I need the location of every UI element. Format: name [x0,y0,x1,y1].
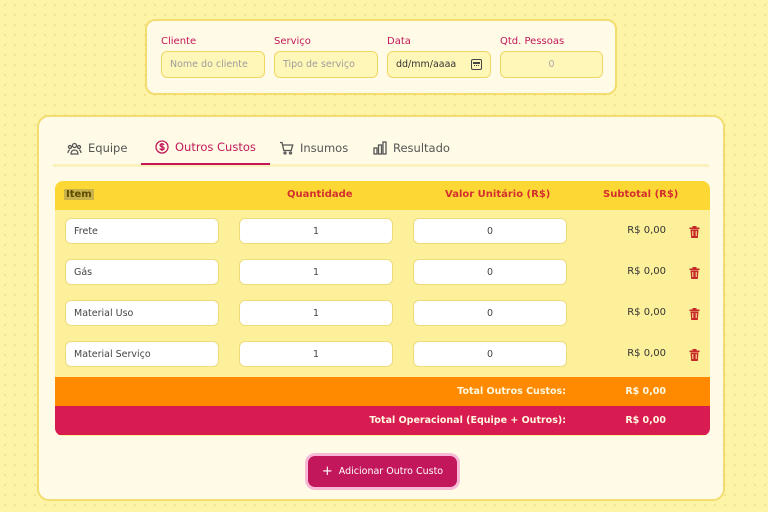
trash-icon[interactable] [689,264,700,283]
total-outros-value: R$ 0,00 [625,386,666,397]
total-outros-label: Total Outros Custos: [457,386,566,397]
trash-icon[interactable] [689,223,700,242]
pessoas-value: 0 [548,59,555,70]
quantidade-value: 1 [312,307,320,319]
data-value: dd/mm/aaaa [396,59,457,70]
servico-input[interactable]: Tipo de serviço [274,51,378,78]
total-operacional-row: Total Operacional (Equipe + Outros): R$ … [55,406,710,435]
dollar-circle-icon [155,140,169,154]
header-item: Item [64,189,94,200]
table-row: Material Uso 1 0 R$ 0,00 [55,292,710,333]
pessoas-label: Qtd. Pessoas [500,36,565,47]
item-input[interactable]: Frete [65,218,219,244]
pessoas-input[interactable]: 0 [500,51,603,78]
item-input[interactable]: Gás [65,259,219,285]
subtotal-value: R$ 0,00 [627,307,666,318]
quantidade-value: 1 [312,348,320,360]
quantidade-value: 1 [312,225,320,237]
item-input[interactable]: Material Serviço [65,341,219,367]
trash-icon[interactable] [689,305,700,324]
tab-insumos-label: Insumos [300,141,349,155]
table-header: Item Quantidade Valor Unitário (R$) Subt… [55,181,710,210]
cliente-input[interactable]: Nome do cliente [161,51,265,78]
cliente-field-group: Cliente Nome do cliente [161,36,265,78]
tab-bar: Equipe Outros Custos Insumos Resultado [53,131,709,167]
valor-value: 0 [486,225,494,237]
data-input[interactable]: dd/mm/aaaa [387,51,491,78]
servico-label: Serviço [274,36,311,47]
data-label: Data [387,36,411,47]
tab-resultado[interactable]: Resultado [359,131,464,165]
servico-field-group: Serviço Tipo de serviço [274,36,378,78]
valor-value: 0 [486,307,494,319]
client-info-card: Cliente Nome do cliente Serviço Tipo de … [145,19,617,95]
valor-value: 0 [486,348,494,360]
tab-insumos[interactable]: Insumos [265,131,362,165]
subtotal-value: R$ 0,00 [627,348,666,359]
plus-icon: + [321,464,333,479]
tab-outros-custos-label: Outros Custos [175,140,256,154]
total-operacional-label: Total Operacional (Equipe + Outros): [369,415,566,426]
valor-input[interactable]: 0 [413,259,567,285]
header-subtotal: Subtotal (R$) [603,189,679,200]
subtotal-value: R$ 0,00 [627,225,666,236]
servico-placeholder: Tipo de serviço [283,59,355,70]
team-icon [67,142,82,155]
table-row: Gás 1 0 R$ 0,00 [55,251,710,292]
costs-table: Item Quantidade Valor Unitário (R$) Subt… [55,181,710,436]
quantidade-input[interactable]: 1 [239,341,393,367]
trash-icon[interactable] [689,346,700,365]
calendar-icon[interactable] [471,59,482,70]
data-field-group: Data dd/mm/aaaa [387,36,491,78]
pessoas-field-group: Qtd. Pessoas 0 [500,36,603,78]
add-cost-button[interactable]: + Adicionar Outro Custo [308,456,457,487]
costs-card: Equipe Outros Custos Insumos Resultado I… [37,115,725,501]
item-value: Material Uso [74,307,134,319]
subtotal-value: R$ 0,00 [627,266,666,277]
item-value: Frete [74,225,98,237]
item-value: Gás [74,266,93,278]
table-row: Frete 1 0 R$ 0,00 [55,210,710,251]
quantidade-input[interactable]: 1 [239,300,393,326]
table-row: Material Serviço 1 0 R$ 0,00 [55,333,710,374]
valor-input[interactable]: 0 [413,218,567,244]
tab-resultado-label: Resultado [393,141,450,155]
quantidade-value: 1 [312,266,320,278]
header-valor-unitario: Valor Unitário (R$) [445,189,551,200]
cart-icon [279,141,294,155]
tab-equipe[interactable]: Equipe [53,131,141,165]
item-input[interactable]: Material Uso [65,300,219,326]
valor-input[interactable]: 0 [413,341,567,367]
cliente-placeholder: Nome do cliente [170,59,248,70]
tab-outros-custos[interactable]: Outros Custos [141,131,270,165]
header-quantidade: Quantidade [287,189,353,200]
tab-equipe-label: Equipe [88,141,128,155]
quantidade-input[interactable]: 1 [239,218,393,244]
valor-value: 0 [486,266,494,278]
cliente-label: Cliente [161,36,197,47]
total-operacional-value: R$ 0,00 [625,415,666,426]
total-outros-row: Total Outros Custos: R$ 0,00 [55,377,710,406]
quantidade-input[interactable]: 1 [239,259,393,285]
bar-chart-icon [373,141,387,155]
add-cost-label: Adicionar Outro Custo [338,466,444,477]
item-value: Material Serviço [74,348,151,360]
valor-input[interactable]: 0 [413,300,567,326]
